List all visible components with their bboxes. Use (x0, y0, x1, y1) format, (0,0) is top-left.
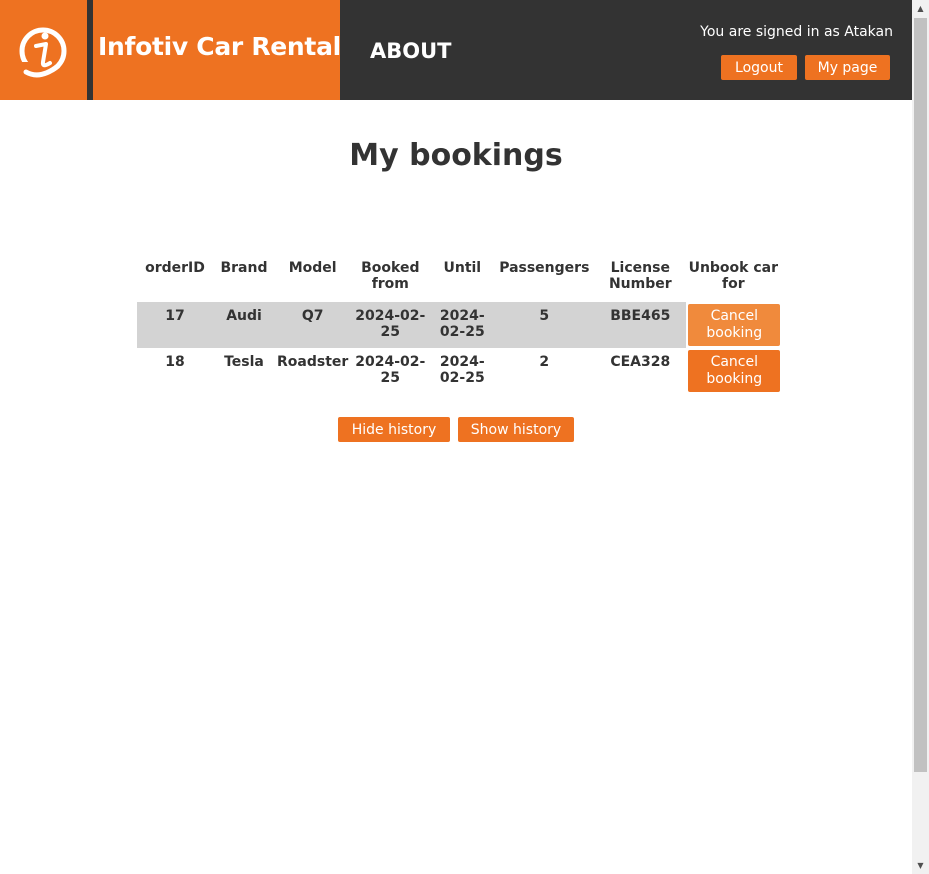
page-title: My bookings (349, 138, 563, 173)
table-row: 17 Audi Q7 2024-02-25 2024-02-25 5 BBE46… (137, 302, 781, 348)
cell-brand: Tesla (224, 354, 264, 370)
cell-passengers: 5 (494, 302, 595, 348)
column-header-brand: Brand (220, 260, 268, 276)
cell-orderid: 17 (137, 302, 213, 348)
cell-booked-from: 2024-02-25 (350, 302, 431, 348)
column-header-orderid: orderID (145, 260, 205, 276)
show-history-button[interactable]: Show history (458, 417, 574, 442)
brand-title[interactable]: Infotiv Car Rental (98, 32, 341, 61)
logo-divider (87, 0, 93, 100)
table-row: 18 Tesla Roadster 2024-02-25 2024-02-25 … (137, 348, 781, 394)
cell-model: Roadster (277, 354, 349, 370)
column-header-model: Model (288, 260, 337, 276)
logout-button[interactable]: Logout (721, 55, 797, 80)
brand-area: Infotiv Car Rental (0, 0, 341, 100)
bookings-table: orderID Brand Model Booked from Until Pa… (137, 258, 781, 394)
cell-booked-from: 2024-02-25 (355, 354, 426, 386)
vertical-scrollbar[interactable]: ▲ ▼ (912, 0, 929, 874)
cell-license: BBE465 (594, 302, 687, 348)
nav-about-link[interactable]: ABOUT (370, 39, 452, 63)
cell-license: CEA328 (610, 354, 671, 370)
cell-model: Q7 (275, 302, 351, 348)
my-page-button[interactable]: My page (805, 55, 890, 80)
column-header-booked-from: Booked from (361, 260, 420, 292)
cell-action: Cancel booking (686, 348, 781, 394)
column-header-until: Until (443, 260, 482, 276)
scrollbar-thumb[interactable] (914, 18, 927, 772)
column-header-license-number: License Number (608, 260, 672, 292)
column-header-passengers: Passengers (499, 260, 590, 276)
scroll-down-icon[interactable]: ▼ (912, 857, 929, 874)
cell-action: Cancel booking (686, 302, 781, 348)
table-header-row: orderID Brand Model Booked from Until Pa… (137, 258, 780, 302)
cell-brand: Audi (213, 302, 275, 348)
cancel-booking-button[interactable]: Cancel booking (688, 350, 781, 392)
cell-until: 2024-02-25 (430, 302, 495, 348)
cell-orderid: 18 (165, 354, 185, 370)
scroll-up-icon[interactable]: ▲ (912, 0, 929, 17)
hide-history-button[interactable]: Hide history (338, 417, 450, 442)
cancel-booking-button[interactable]: Cancel booking (688, 304, 781, 346)
signed-in-status: You are signed in as Atakan (700, 24, 893, 40)
cell-until: 2024-02-25 (439, 354, 485, 386)
cell-passengers: 2 (539, 354, 550, 370)
infotiv-logo-icon[interactable] (0, 0, 87, 100)
header-bar: Infotiv Car Rental ABOUT You are signed … (0, 0, 912, 100)
column-header-unbook: Unbook car for (688, 260, 779, 292)
